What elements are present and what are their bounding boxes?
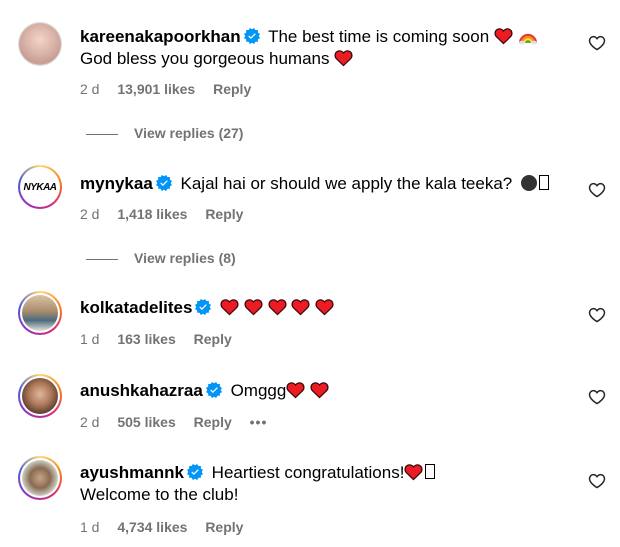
red-heart-emoji-icon xyxy=(220,298,239,316)
reply-button[interactable]: Reply xyxy=(194,414,232,430)
timestamp[interactable]: 1 d xyxy=(80,519,99,535)
reply-button[interactable]: Reply xyxy=(205,519,243,535)
comment-text: ayushmannk Heartiest congratulations! We… xyxy=(80,462,570,506)
comment-meta: 1 d 163 likes Reply xyxy=(80,331,246,347)
red-heart-emoji-icon xyxy=(334,49,353,67)
comment-meta: 2 d 13,901 likes Reply xyxy=(80,81,265,97)
divider-line xyxy=(86,133,118,135)
divider-line xyxy=(86,258,118,260)
avatar[interactable]: NYKAA xyxy=(18,165,62,209)
comment-text: kareenakapoorkhan The best time is comin… xyxy=(80,26,570,70)
nykaa-logo-text: NYKAA xyxy=(23,181,57,193)
more-options-icon[interactable]: ••• xyxy=(250,414,268,430)
like-heart-icon[interactable] xyxy=(588,472,606,490)
username[interactable]: kolkatadelites xyxy=(80,298,192,317)
likes-count[interactable]: 1,418 likes xyxy=(117,206,187,222)
verified-badge-icon xyxy=(195,299,211,315)
reply-button[interactable]: Reply xyxy=(213,81,251,97)
avatar-inner xyxy=(20,458,60,498)
red-heart-emoji-icon xyxy=(244,298,263,316)
avatar[interactable] xyxy=(18,456,62,500)
nykaa-logo: NYKAA xyxy=(22,169,58,205)
view-replies-button[interactable]: View replies (27) xyxy=(86,125,243,141)
comment-body-line2: God bless you gorgeous humans xyxy=(80,49,330,68)
timestamp[interactable]: 2 d xyxy=(80,414,99,430)
avatar-photo xyxy=(19,23,61,65)
red-heart-emoji-icon xyxy=(494,27,513,45)
comment-meta: 2 d 505 likes Reply ••• xyxy=(80,414,281,430)
avatar-inner xyxy=(20,376,60,416)
likes-count[interactable]: 163 likes xyxy=(117,331,175,347)
black-circle-emoji-icon xyxy=(520,175,537,191)
view-replies-button[interactable]: View replies (8) xyxy=(86,250,236,266)
verified-badge-icon xyxy=(156,175,172,191)
red-heart-emoji-icon xyxy=(315,298,334,316)
timestamp[interactable]: 2 d xyxy=(80,81,99,97)
avatar-photo xyxy=(22,378,58,414)
avatar-inner xyxy=(20,293,60,333)
comment-meta: 1 d 4,734 likes Reply xyxy=(80,519,257,535)
red-heart-emoji-icon xyxy=(404,463,423,481)
avatar-photo xyxy=(22,295,58,331)
username[interactable]: mynykaa xyxy=(80,174,153,193)
like-heart-icon[interactable] xyxy=(588,388,606,406)
likes-count[interactable]: 505 likes xyxy=(117,414,175,430)
like-heart-icon[interactable] xyxy=(588,306,606,324)
avatar[interactable] xyxy=(18,374,62,418)
view-replies-label: View replies (8) xyxy=(134,250,236,266)
comment-body-line2: Welcome to the club! xyxy=(80,485,239,504)
like-heart-icon[interactable] xyxy=(588,34,606,52)
comment-body-line1: Omggg xyxy=(230,381,287,400)
avatar-photo xyxy=(22,460,58,496)
avatar-inner: NYKAA xyxy=(20,167,60,207)
comment-text: kolkatadelites xyxy=(80,297,570,319)
comment-text: mynykaa Kajal hai or should we apply the… xyxy=(80,173,570,195)
unsupported-glyph-icon xyxy=(425,464,436,479)
comment-body-line1: Kajal hai or should we apply the kala te… xyxy=(180,174,513,193)
red-heart-emoji-icon xyxy=(268,298,287,316)
red-heart-emoji-icon xyxy=(291,298,310,316)
unsupported-glyph-icon xyxy=(538,175,549,190)
verified-badge-icon xyxy=(244,28,260,44)
timestamp[interactable]: 2 d xyxy=(80,206,99,222)
username[interactable]: ayushmannk xyxy=(80,463,184,482)
reply-button[interactable]: Reply xyxy=(194,331,232,347)
reply-button[interactable]: Reply xyxy=(205,206,243,222)
like-heart-icon[interactable] xyxy=(588,181,606,199)
comment-body-line1: Heartiest congratulations! xyxy=(211,463,405,482)
comment-body-line1: The best time is coming soon xyxy=(268,27,490,46)
likes-count[interactable]: 13,901 likes xyxy=(117,81,195,97)
comment-meta: 2 d 1,418 likes Reply xyxy=(80,206,257,222)
avatar[interactable] xyxy=(18,22,62,66)
verified-badge-icon xyxy=(187,464,203,480)
comment-text: anushkahazraa Omggg xyxy=(80,380,570,402)
avatar[interactable] xyxy=(18,291,62,335)
view-replies-label: View replies (27) xyxy=(134,125,244,141)
verified-badge-icon xyxy=(206,382,222,398)
timestamp[interactable]: 1 d xyxy=(80,331,99,347)
username[interactable]: anushkahazraa xyxy=(80,381,203,400)
username[interactable]: kareenakapoorkhan xyxy=(80,27,241,46)
red-heart-emoji-icon xyxy=(286,381,305,399)
red-heart-emoji-icon xyxy=(310,381,329,399)
likes-count[interactable]: 4,734 likes xyxy=(117,519,187,535)
rainbow-emoji-icon xyxy=(518,33,537,45)
